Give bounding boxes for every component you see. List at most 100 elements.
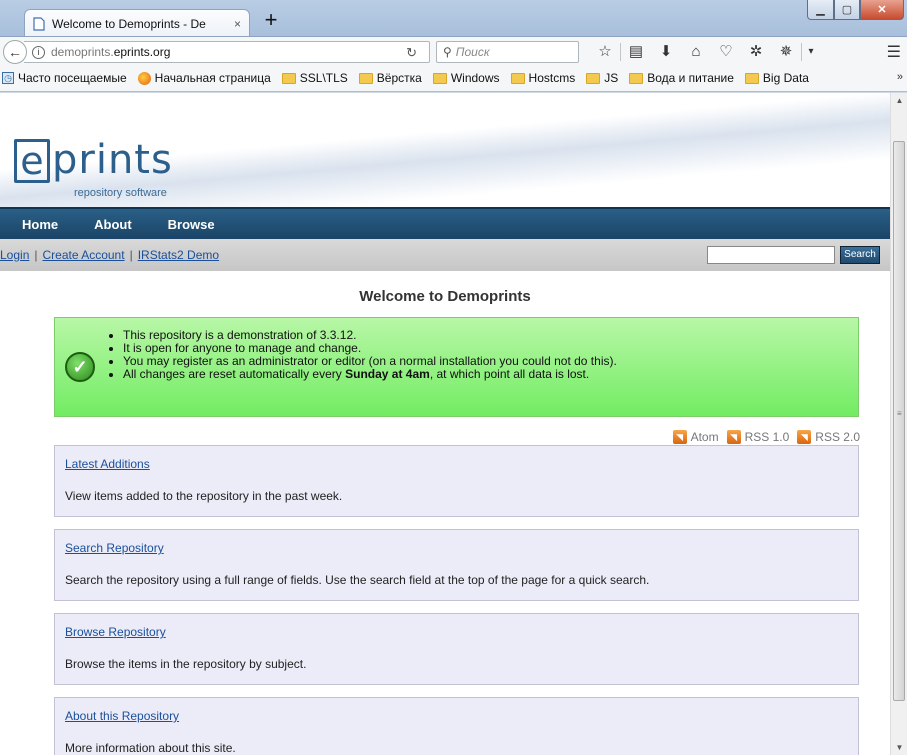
tab-title: Welcome to Demoprints - De <box>52 16 206 31</box>
home-icon[interactable]: ⌂ <box>681 42 711 62</box>
browser-search-field[interactable]: ⚲ Поиск <box>436 41 579 63</box>
window-titlebar: Welcome to Demoprints - De × + ▁ ▢ ✕ <box>0 0 907 37</box>
panel-description: View items added to the repository in th… <box>65 489 343 503</box>
search-repository-link[interactable]: Search Repository <box>65 541 164 555</box>
scrollbar-thumb[interactable]: ≡ <box>893 141 905 701</box>
most-visited-icon: ◷ <box>2 72 14 84</box>
bookmark-item[interactable]: Начальная страница <box>137 71 271 85</box>
logo-wordmark: prints <box>52 137 173 183</box>
panel-search-repository: Search Repository Search the repository … <box>54 529 859 601</box>
minimize-button[interactable]: ▁ <box>807 0 834 20</box>
firefox-icon <box>137 71 151 85</box>
navigation-toolbar: i demoprints.eprints.org ↻ ← ⚲ Поиск ☆ ▤… <box>0 36 907 65</box>
menu-about[interactable]: About <box>94 217 132 232</box>
browser-tab[interactable]: Welcome to Demoprints - De × <box>24 9 250 37</box>
bookmark-label: Windows <box>450 71 500 85</box>
bookmark-folder[interactable]: Вёрстка <box>358 71 422 85</box>
new-tab-button[interactable]: + <box>260 9 282 33</box>
eprints-logo[interactable]: e prints <box>14 139 173 183</box>
bookmark-folder[interactable]: SSL\TLS <box>281 71 348 85</box>
bookmark-label: Часто посещаемые <box>18 71 127 85</box>
feed-label: RSS 1.0 <box>744 430 790 444</box>
hamburger-menu-icon[interactable]: ☰ <box>887 42 901 62</box>
bookmark-folder[interactable]: Hostcms <box>510 71 576 85</box>
notice-list: This repository is a demonstration of 3.… <box>103 329 617 381</box>
downloads-icon[interactable]: ⬇ <box>651 42 681 62</box>
scroll-up-arrow-icon[interactable]: ▲ <box>891 93 907 108</box>
bookmark-item[interactable]: ◷ Часто посещаемые <box>2 71 127 85</box>
reload-icon[interactable]: ↻ <box>406 45 417 61</box>
bookmark-folder[interactable]: Windows <box>432 71 500 85</box>
site-search-input[interactable] <box>707 246 835 264</box>
folder-icon <box>744 72 759 84</box>
page-title: Welcome to Demoprints <box>359 288 531 305</box>
folder-icon <box>432 72 447 84</box>
folder-icon <box>281 72 296 84</box>
bookmark-label: JS <box>604 71 619 85</box>
panel-description: Browse the items in the repository by su… <box>65 657 307 671</box>
bookmark-folder[interactable]: Big Data <box>744 71 809 85</box>
site-info-icon[interactable]: i <box>32 45 45 59</box>
maximize-button[interactable]: ▢ <box>834 0 860 20</box>
addon-icon[interactable]: ✵ <box>771 42 801 62</box>
link-separator: | <box>34 248 38 262</box>
site-login-bar: Login | Create Account | IRStats2 Demo S… <box>0 239 890 271</box>
demo-notice-box: ✓ This repository is a demonstration of … <box>54 317 859 417</box>
bookmark-label: Вода и питание <box>647 71 734 85</box>
overflow-chevron-icon[interactable]: ▾ <box>802 42 820 62</box>
extension-icon[interactable]: ✲ <box>741 42 771 62</box>
bookmark-label: Hostcms <box>528 71 576 85</box>
bookmark-folder[interactable]: JS <box>586 71 618 85</box>
folder-icon <box>586 72 601 84</box>
vertical-scrollbar[interactable]: ▲ ≡ ▼ <box>890 93 907 755</box>
panel-about-repository: About this Repository More information a… <box>54 697 859 755</box>
scroll-down-arrow-icon[interactable]: ▼ <box>891 740 907 755</box>
back-button[interactable]: ← <box>3 40 27 64</box>
link-separator: | <box>129 248 133 262</box>
page-viewport: e prints repository software Home About B… <box>0 93 890 755</box>
bookmarks-overflow-icon[interactable]: » <box>897 71 903 83</box>
bookmark-label: Big Data <box>762 71 809 85</box>
close-window-button[interactable]: ✕ <box>860 0 904 20</box>
window-controls: ▁ ▢ ✕ <box>807 0 904 20</box>
search-placeholder: Поиск <box>455 45 490 59</box>
atom-feed-link[interactable]: ◥ Atom <box>672 430 719 444</box>
create-account-link[interactable]: Create Account <box>43 248 125 262</box>
logo-tagline: repository software <box>74 187 167 199</box>
feed-label: RSS 2.0 <box>815 430 860 444</box>
bookmark-star-icon[interactable]: ☆ <box>590 42 620 62</box>
menu-home[interactable]: Home <box>22 217 58 232</box>
checkmark-icon: ✓ <box>65 352 95 382</box>
latest-additions-link[interactable]: Latest Additions <box>65 457 150 471</box>
tab-close-icon[interactable]: × <box>234 17 241 31</box>
browse-repository-link[interactable]: Browse Repository <box>65 625 166 639</box>
toolbar-icons: ☆ ▤ ⬇ ⌂ ♡ ✲ ✵ ▾ <box>590 42 820 62</box>
site-header: e prints repository software <box>0 93 890 207</box>
rss-icon: ◥ <box>797 430 812 444</box>
bookmark-label: Вёрстка <box>376 71 422 85</box>
scroll-grip-icon: ≡ <box>897 409 902 418</box>
login-link[interactable]: Login <box>0 248 29 262</box>
rss2-feed-link[interactable]: ◥ RSS 2.0 <box>797 430 860 444</box>
rss1-feed-link[interactable]: ◥ RSS 1.0 <box>726 430 790 444</box>
bookmarks-list-icon[interactable]: ▤ <box>621 42 651 62</box>
bookmark-label: SSL\TLS <box>299 71 348 85</box>
panel-description: More information about this site. <box>65 741 236 755</box>
feed-links: ◥ Atom ◥ RSS 1.0 ◥ RSS 2.0 <box>665 430 860 444</box>
page-icon <box>33 16 45 31</box>
site-search-button[interactable]: Search <box>840 246 880 264</box>
about-repository-link[interactable]: About this Repository <box>65 709 179 723</box>
folder-icon <box>510 72 525 84</box>
folder-icon <box>358 72 373 84</box>
bookmarks-toolbar: ◷ Часто посещаемые Начальная страница SS… <box>0 65 907 92</box>
pocket-icon[interactable]: ♡ <box>711 42 741 62</box>
irstats-link[interactable]: IRStats2 Demo <box>138 248 219 262</box>
folder-icon <box>629 72 644 84</box>
rss-icon: ◥ <box>672 430 687 444</box>
panel-latest-additions: Latest Additions View items added to the… <box>54 445 859 517</box>
site-main-menu: Home About Browse <box>0 207 890 239</box>
address-bar[interactable]: i demoprints.eprints.org ↻ <box>24 41 430 63</box>
menu-browse[interactable]: Browse <box>168 217 215 232</box>
rss-icon: ◥ <box>726 430 741 444</box>
bookmark-folder[interactable]: Вода и питание <box>629 71 734 85</box>
